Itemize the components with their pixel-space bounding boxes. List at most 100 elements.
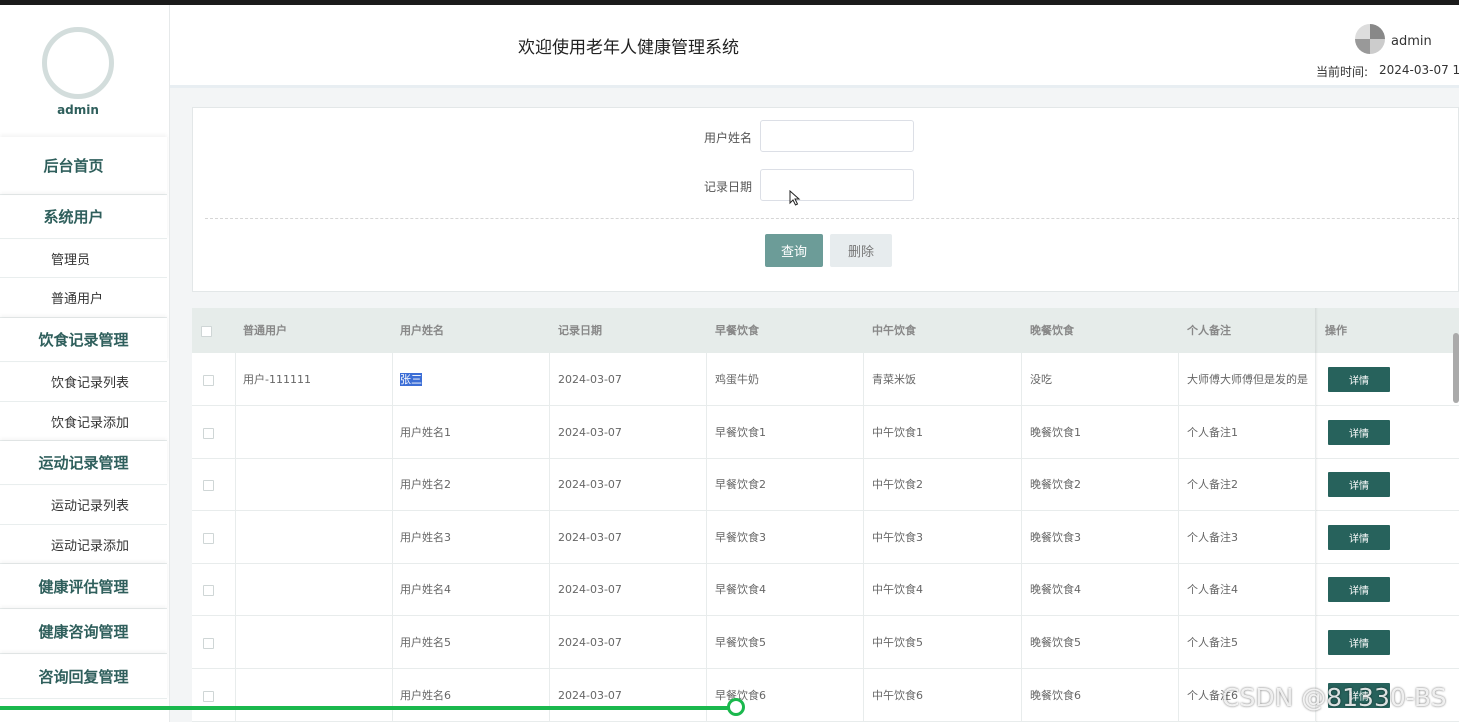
table-cell-col6: 个人备注2 <box>1187 478 1238 492</box>
sidebar-item-4[interactable]: 饮食记录管理 <box>0 318 167 362</box>
table-row: 用户姓名2 2024-03-07 早餐饮食2 中午饮食2 晚餐饮食2 个人备注2 详情 <box>192 459 1459 512</box>
table-cell-col1: 用户姓名2 <box>400 478 451 492</box>
watermark: CSDN @81330-BS <box>1222 683 1447 712</box>
row-checkbox[interactable] <box>203 690 214 702</box>
table-cell-col3: 早餐饮食1 <box>715 425 766 439</box>
sidebar-item-0[interactable]: 后台首页 <box>0 137 167 195</box>
table-cell-col5: 晚餐饮食6 <box>1030 688 1081 702</box>
table-cell-col2: 2024-03-07 <box>558 425 622 439</box>
column-separator <box>392 353 393 722</box>
sidebar-item-12[interactable]: 咨询回复管理 <box>0 654 167 699</box>
video-progress-knob[interactable] <box>727 698 745 716</box>
sidebar-item-9[interactable]: 运动记录添加 <box>0 525 167 564</box>
table-cell-col1: 用户姓名6 <box>400 688 451 702</box>
detail-button[interactable]: 详情 <box>1328 472 1390 498</box>
column-separator <box>549 353 550 722</box>
header: 欢迎使用老年人健康管理系统 admin 当前时间: 2024-03-07 13 <box>170 5 1459 88</box>
table-cell-col4: 中午饮食3 <box>872 530 923 544</box>
table-cell-col6: 个人备注4 <box>1187 583 1238 597</box>
sidebar-item-2[interactable]: 管理员 <box>0 239 167 278</box>
column-header-5: 晚餐饮食 <box>1030 324 1074 337</box>
table-cell-col6: 大师傅大师傅但是发的是 <box>1187 373 1308 386</box>
video-progress-bar[interactable] <box>0 706 738 710</box>
delete-button[interactable]: 删除 <box>830 234 892 267</box>
table-cell-col4: 中午饮食2 <box>872 478 923 492</box>
sidebar-item-1[interactable]: 系统用户 <box>0 195 167 239</box>
column-separator <box>1021 353 1022 722</box>
table-cell-col2: 2024-03-07 <box>558 373 622 386</box>
sidebar-item-10[interactable]: 健康评估管理 <box>0 564 167 609</box>
table-cell-col3: 早餐饮食2 <box>715 478 766 492</box>
date-label: 记录日期 <box>704 180 753 194</box>
divider <box>205 218 1459 219</box>
table-cell-col5: 晚餐饮食3 <box>1030 530 1081 544</box>
table-cell-col2: 2024-03-07 <box>558 478 622 492</box>
detail-button[interactable]: 详情 <box>1328 577 1390 603</box>
query-button[interactable]: 查询 <box>765 234 823 267</box>
row-checkbox[interactable] <box>203 638 214 649</box>
row-checkbox[interactable] <box>203 585 214 597</box>
column-header-7: 操作 <box>1325 324 1347 337</box>
table-row: 用户-111111 张三 2024-03-07 鸡蛋牛奶 青菜米饭 没吃 大师傅大师傅但是发… <box>192 354 1459 406</box>
current-time-value: 2024-03-07 13 <box>1379 63 1459 77</box>
detail-button[interactable]: 详情 <box>1328 367 1390 392</box>
row-checkbox[interactable] <box>203 480 214 492</box>
table-cell-col6: 个人备注3 <box>1187 530 1238 544</box>
records-table: 普通用户 用户姓名 记录日期 早餐饮食 中午饮食 晚餐饮食 个人备注 操作 用户-111111… <box>192 308 1459 722</box>
sidebar: admin 后台首页 系统用户 管理员 普通用户 饮食记录管理 饮食记录列表 饮食记录添加运… <box>0 5 170 722</box>
sidebar-item-5[interactable]: 饮食记录列表 <box>0 362 167 402</box>
column-separator <box>863 353 864 722</box>
name-input[interactable] <box>760 120 914 152</box>
table-cell-col4: 中午饮食6 <box>872 688 923 702</box>
column-header-1: 用户姓名 <box>400 324 444 337</box>
table-cell-col5: 晚餐饮食2 <box>1030 478 1081 492</box>
table-row: 用户姓名3 2024-03-07 早餐饮食3 中午饮食3 晚餐饮食3 个人备注3 详情 <box>192 512 1459 564</box>
table-row: 用户姓名4 2024-03-07 早餐饮食4 中午饮食4 晚餐饮食4 个人备注4 详情 <box>192 564 1459 617</box>
sidebar-item-11[interactable]: 健康咨询管理 <box>0 609 167 654</box>
detail-button[interactable]: 详情 <box>1328 419 1390 445</box>
table-cell-col6: 个人备注5 <box>1187 636 1238 649</box>
page-title: 欢迎使用老年人健康管理系统 <box>518 38 739 58</box>
table-scrollbar[interactable] <box>1453 333 1459 403</box>
select-all-checkbox[interactable] <box>201 326 212 337</box>
table-cell-col1: 用户姓名3 <box>400 530 451 544</box>
sidebar-item-7[interactable]: 运动记录管理 <box>0 441 167 485</box>
column-header-0: 普通用户 <box>243 324 287 337</box>
table-cell-col2: 2024-03-07 <box>558 530 622 544</box>
mouse-cursor-icon <box>789 190 801 206</box>
search-panel: 用户姓名 记录日期 查询 删除 <box>192 107 1459 292</box>
table-cell-col5: 晚餐饮食1 <box>1030 425 1081 439</box>
name-label: 用户姓名 <box>704 131 753 145</box>
header-username[interactable]: admin <box>1391 34 1432 49</box>
sidebar-item-8[interactable]: 运动记录列表 <box>0 485 167 525</box>
table-cell-col6: 个人备注1 <box>1187 425 1238 439</box>
header-avatar[interactable] <box>1355 24 1385 54</box>
column-header-4: 中午饮食 <box>872 324 916 337</box>
sidebar-item-3[interactable]: 普通用户 <box>0 278 167 318</box>
table-cell-col2: 2024-03-07 <box>558 636 622 649</box>
row-checkbox[interactable] <box>203 532 214 544</box>
table-header: 普通用户 用户姓名 记录日期 早餐饮食 中午饮食 晚餐饮食 个人备注 操作 <box>192 308 1459 353</box>
table-cell-col3: 早餐饮食5 <box>715 636 766 649</box>
table-cell-col3: 早餐饮食3 <box>715 530 766 544</box>
column-separator <box>706 353 707 722</box>
row-checkbox[interactable] <box>203 375 214 386</box>
row-checkbox[interactable] <box>203 427 214 439</box>
date-input[interactable] <box>760 169 914 201</box>
table-row: 用户姓名1 2024-03-07 早餐饮食1 中午饮食1 晚餐饮食1 个人备注1 详情 <box>192 407 1459 459</box>
table-cell-col5: 晚餐饮食4 <box>1030 583 1081 597</box>
sidebar-avatar[interactable] <box>42 27 114 99</box>
column-header-2: 记录日期 <box>558 324 602 337</box>
sidebar-item-6[interactable]: 饮食记录添加 <box>0 402 167 441</box>
table-cell-col4: 青菜米饭 <box>872 373 916 386</box>
detail-button[interactable]: 详情 <box>1328 524 1390 550</box>
table-cell-col2: 2024-03-07 <box>558 583 622 597</box>
column-separator <box>1315 353 1316 722</box>
detail-button[interactable]: 详情 <box>1328 630 1390 655</box>
table-cell-col1: 用户姓名1 <box>400 425 451 439</box>
sidebar-username: admin <box>57 103 99 117</box>
column-separator <box>1178 353 1179 722</box>
table-cell-col2: 2024-03-07 <box>558 688 622 702</box>
table-cell-col1: 张三 <box>400 354 422 406</box>
table-cell-col3: 鸡蛋牛奶 <box>715 373 759 386</box>
